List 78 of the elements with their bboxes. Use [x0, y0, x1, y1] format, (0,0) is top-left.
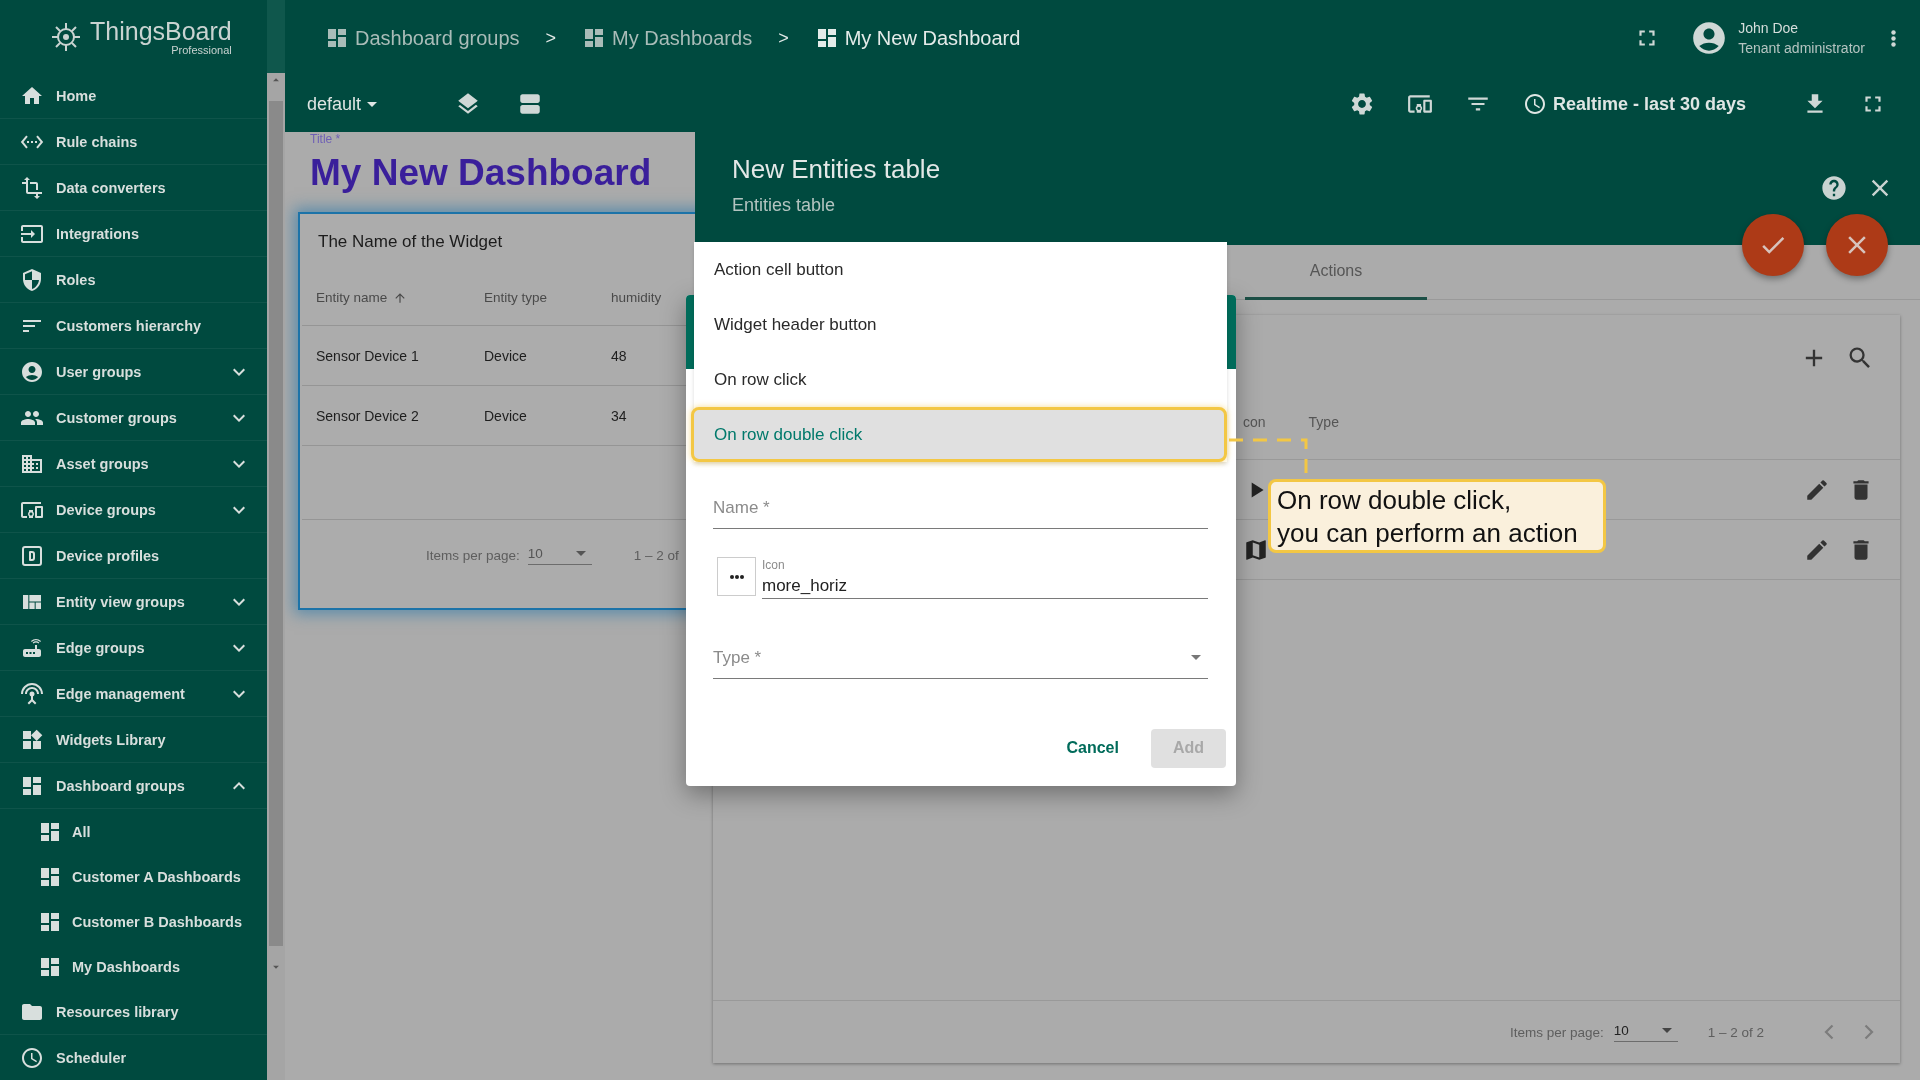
sidebar-item[interactable]: Asset groups — [0, 441, 267, 487]
sidebar-subitem[interactable]: Customer A Dashboards — [0, 854, 267, 899]
widget-title: The Name of the Widget — [317, 231, 504, 253]
table-cell-text: Device — [484, 347, 528, 364]
widget-card[interactable]: The Name of the Widget Entity name Entity type humidity Sensor Device 1 Device 48 Sensor Device 2 Device 34 Items per page: 10 1 – 2 of — [298, 212, 695, 610]
breadcrumb-link[interactable]: My Dashboards — [582, 26, 753, 50]
sidebar-item[interactable]: Customer groups — [0, 395, 267, 441]
breadcrumb-link[interactable]: Dashboard groups — [325, 26, 520, 50]
widgets-icon — [20, 727, 44, 752]
sidebar-item[interactable]: Entity view groups — [0, 579, 267, 625]
sidebar-item[interactable]: Roles — [0, 257, 267, 303]
page-range: 1 – 2 of 2 — [1707, 1024, 1764, 1040]
sidebar-item[interactable]: Integrations — [0, 211, 267, 257]
items-per-page-label: Items per page: — [426, 547, 520, 563]
user-role: Tenant administrator — [1738, 39, 1865, 58]
items-per-page-label: Items per page: — [1509, 1024, 1604, 1040]
sidebar-item[interactable]: Dashboard groups — [0, 763, 267, 809]
menu-item[interactable]: Widget header button — [694, 297, 1227, 352]
antenna-icon — [20, 681, 44, 706]
scrollbar-thumb[interactable] — [269, 101, 283, 946]
page-size-select[interactable]: 10 — [1613, 1022, 1678, 1042]
state-select[interactable]: default — [307, 93, 384, 115]
icon-picker-button[interactable] — [717, 557, 756, 596]
breadcrumb-separator: > — [778, 27, 789, 49]
crop-icon — [20, 175, 44, 200]
sidebar-item[interactable]: Widgets Library — [0, 717, 267, 763]
sidebar-item[interactable]: Resources library — [0, 989, 267, 1035]
column-header[interactable]: humidity — [611, 290, 695, 305]
chevron-left-icon — [1824, 1024, 1834, 1040]
table-cell-text: Sensor Device 2 — [316, 407, 420, 424]
sidebar-subitem[interactable]: My Dashboards — [0, 944, 267, 989]
column-header[interactable]: Entity type — [484, 290, 611, 305]
sidebar-subitem[interactable]: Customer B Dashboards — [0, 899, 267, 944]
help-icon[interactable] — [1820, 174, 1848, 202]
sidebar-item[interactable]: Home — [0, 73, 267, 119]
dashboard-icon — [325, 26, 349, 50]
type-select[interactable]: Type * — [713, 639, 1208, 679]
chevron-right-icon — [1864, 1024, 1874, 1040]
page-range: 1 – 2 of — [633, 547, 679, 563]
icon-field[interactable]: Icon more_horiz — [762, 558, 1208, 599]
breadcrumb-link[interactable]: My New Dashboard — [814, 26, 1021, 50]
more-menu-button[interactable] — [1891, 29, 1896, 47]
menu-item[interactable]: On row double click — [691, 407, 1227, 462]
name-field[interactable]: Name * — [713, 489, 1208, 529]
dashboard-title[interactable]: My New Dashboard — [310, 150, 695, 196]
table-cell-text: 48 — [611, 347, 628, 364]
sidebar-item[interactable]: User groups — [0, 349, 267, 395]
sidebar-subitem[interactable]: All — [0, 809, 267, 854]
logo-edition: Professional — [171, 43, 232, 56]
sidebar-item[interactable]: Edge groups — [0, 625, 267, 671]
more-vertical-icon — [1891, 29, 1896, 47]
menu-item[interactable]: Action cell button — [694, 242, 1227, 297]
clock-icon — [1522, 92, 1547, 116]
table-cell-text: Device — [484, 407, 528, 424]
sidebar-item[interactable]: Edge management — [0, 671, 267, 717]
dropdown-icon — [1191, 655, 1201, 660]
cancel-button[interactable]: Cancel — [1054, 728, 1131, 768]
breadcrumb-separator: > — [545, 27, 557, 49]
title-label: Title * — [310, 132, 342, 146]
column-header[interactable]: Entity name — [316, 290, 484, 305]
dropdown-icon — [1661, 1027, 1672, 1033]
more-icon — [729, 574, 744, 579]
table-cell-text: Sensor Device 1 — [316, 347, 420, 364]
user-name: John Doe — [1738, 19, 1800, 38]
clock-icon — [20, 1045, 44, 1070]
dropdown-icon — [367, 101, 378, 107]
panel-subtitle: Entities table — [732, 195, 837, 216]
timewindow-button[interactable]: Realtime - last 30 days — [1522, 92, 1746, 116]
sidebar-item[interactable]: Device profiles — [0, 533, 267, 579]
shield-icon — [20, 267, 44, 292]
square-icon — [20, 543, 44, 568]
sidebar-item[interactable]: Device groups — [0, 487, 267, 533]
logo-name: ThingsBoard — [90, 17, 232, 44]
menu-item[interactable]: On row click — [694, 352, 1227, 407]
panel-title: New Entities table — [732, 154, 942, 185]
table-cell-text: 34 — [611, 407, 628, 424]
callout-note: On row double click, you can perform an action — [1268, 479, 1606, 553]
dropdown-icon — [575, 550, 586, 556]
